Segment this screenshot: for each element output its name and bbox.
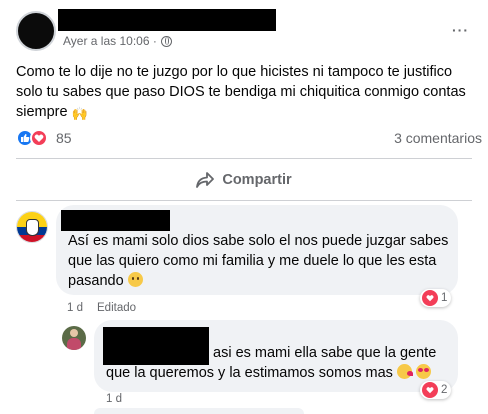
- redacted-commenter-name: [61, 210, 170, 231]
- love-icon: [422, 290, 438, 306]
- comment-meta: 1 d Editado: [67, 302, 136, 314]
- post-meta: Ayer a las 10:06 ·: [63, 34, 172, 48]
- folded-hands-emoji: 🙌: [71, 106, 88, 121]
- comment-time[interactable]: 1 d: [67, 302, 83, 314]
- reply-body: asi es mami ella sabe que la gente que l…: [106, 345, 437, 381]
- divider: [16, 200, 472, 201]
- reply-text: asi es mami ella sabe que la gente que l…: [106, 343, 451, 383]
- comment-body: Así es mami solo dios sabe solo el nos p…: [68, 233, 449, 289]
- post-timestamp[interactable]: Ayer a las 10:06 ·: [63, 34, 157, 48]
- reactions-summary[interactable]: 85: [16, 129, 72, 147]
- edited-label[interactable]: Editado: [97, 302, 136, 314]
- reply-time[interactable]: 1 d: [106, 393, 122, 405]
- share-arrow-icon: [196, 172, 215, 188]
- share-button[interactable]: Compartir: [16, 161, 472, 199]
- globe-icon: [160, 35, 172, 47]
- sad-face-emoji: [127, 272, 143, 287]
- colombia-flag-avatar[interactable]: [16, 211, 48, 243]
- love-icon: [30, 129, 48, 147]
- more-options-icon[interactable]: ···: [452, 22, 469, 38]
- kiss-face-emoji: [396, 364, 413, 379]
- fist-icon: [26, 219, 39, 236]
- post-author-avatar[interactable]: [16, 11, 56, 51]
- reply-meta: 1 d: [106, 393, 122, 405]
- share-label: Compartir: [222, 172, 292, 188]
- love-icon: [422, 382, 438, 398]
- divider: [16, 158, 472, 159]
- comment-count-link[interactable]: 3 comentarios: [394, 130, 482, 146]
- redacted-author-name: [58, 9, 276, 31]
- reply-reaction-count: 2: [441, 384, 448, 396]
- reply-reactions[interactable]: 2: [420, 381, 452, 399]
- next-comment-bubble: [94, 408, 304, 414]
- post-text: Como te lo dije no te juzgo por lo que h…: [16, 62, 482, 124]
- heart-eyes-emoji: [415, 364, 431, 379]
- comment-text: Así es mami solo dios sabe solo el nos p…: [68, 231, 452, 291]
- user-photo-avatar[interactable]: [62, 326, 86, 350]
- comment-reaction-count: 1: [441, 292, 448, 304]
- reaction-count: 85: [56, 130, 72, 146]
- comment-reactions[interactable]: 1: [420, 289, 452, 307]
